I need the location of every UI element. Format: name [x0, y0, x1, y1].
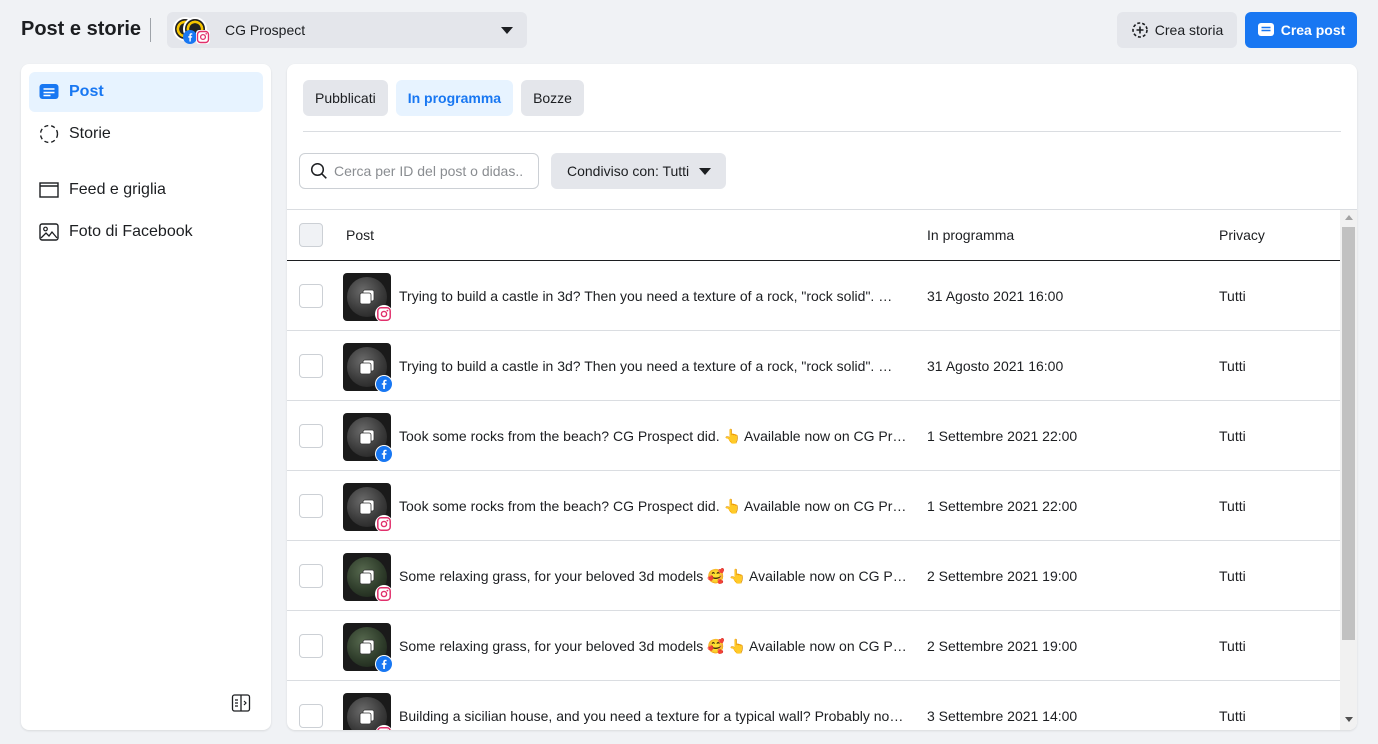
instagram-icon — [375, 515, 393, 533]
privacy-value: Tutti — [1219, 708, 1246, 724]
table-row[interactable]: Took some rocks from the beach? CG Prosp… — [287, 471, 1340, 541]
carousel-icon — [359, 569, 375, 585]
create-story-button[interactable]: Crea storia — [1117, 12, 1237, 48]
account-avatar — [173, 15, 213, 45]
post-caption[interactable]: Took some rocks from the beach? CG Prosp… — [399, 498, 907, 515]
facebook-icon — [183, 30, 197, 44]
tab-bar: Pubblicati In programma Bozze — [303, 80, 584, 116]
photos-icon — [39, 222, 59, 242]
scheduled-date: 2 Settembre 2021 19:00 — [927, 638, 1078, 654]
table-header: Post In programma Privacy — [287, 210, 1340, 261]
carousel-icon — [359, 429, 375, 445]
scheduled-date: 3 Settembre 2021 14:00 — [927, 708, 1078, 724]
scroll-up-arrow[interactable] — [1345, 215, 1353, 220]
carousel-icon — [359, 709, 375, 725]
sidebar-item-post[interactable]: Post — [29, 72, 263, 112]
title-divider — [150, 18, 151, 42]
privacy-value: Tutti — [1219, 638, 1246, 654]
select-all-checkbox[interactable] — [299, 223, 323, 247]
search-icon — [310, 162, 327, 179]
scroll-down-arrow[interactable] — [1345, 717, 1353, 722]
add-story-icon — [1131, 22, 1148, 38]
table-row[interactable]: Building a sicilian house, and you need … — [287, 681, 1340, 730]
table-row[interactable]: Trying to build a castle in 3d? Then you… — [287, 331, 1340, 401]
stories-icon — [39, 124, 59, 144]
facebook-icon — [375, 375, 393, 393]
column-header-post[interactable]: Post — [346, 227, 374, 243]
account-name: CG Prospect — [225, 22, 306, 38]
sidebar-item-label: Storie — [69, 125, 111, 142]
post-caption[interactable]: Some relaxing grass, for your beloved 3d… — [399, 638, 907, 655]
create-post-button[interactable]: Crea post — [1245, 12, 1357, 48]
instagram-icon — [375, 305, 393, 323]
privacy-value: Tutti — [1219, 568, 1246, 584]
scheduled-date: 31 Agosto 2021 16:00 — [927, 288, 1064, 304]
row-checkbox[interactable] — [299, 494, 323, 518]
row-checkbox[interactable] — [299, 704, 323, 728]
sidebar-item-label: Post — [69, 83, 104, 100]
instagram-icon — [375, 585, 393, 603]
carousel-icon — [359, 639, 375, 655]
filter-label: Condiviso con: Tutti — [567, 163, 690, 179]
tab-published[interactable]: Pubblicati — [303, 80, 388, 116]
row-checkbox[interactable] — [299, 564, 323, 588]
shared-with-filter[interactable]: Condiviso con: Tutti — [551, 153, 726, 189]
post-caption[interactable]: Some relaxing grass, for your beloved 3d… — [399, 568, 907, 585]
table-row[interactable]: Trying to build a castle in 3d? Then you… — [287, 261, 1340, 331]
row-checkbox[interactable] — [299, 354, 323, 378]
row-checkbox[interactable] — [299, 424, 323, 448]
row-checkbox[interactable] — [299, 284, 323, 308]
search-box — [299, 153, 539, 189]
divider — [303, 131, 1341, 132]
create-post-label: Crea post — [1280, 22, 1346, 38]
sidebar-item-storie[interactable]: Storie — [29, 114, 263, 154]
scheduled-date: 1 Settembre 2021 22:00 — [927, 498, 1078, 514]
facebook-icon — [375, 655, 393, 673]
sidebar-item-feed-grid[interactable]: Feed e griglia — [29, 170, 263, 210]
scheduled-date: 2 Settembre 2021 19:00 — [927, 568, 1078, 584]
row-checkbox[interactable] — [299, 634, 323, 658]
tab-drafts[interactable]: Bozze — [521, 80, 584, 116]
scheduled-date: 31 Agosto 2021 16:00 — [927, 358, 1064, 374]
table-row[interactable]: Some relaxing grass, for your beloved 3d… — [287, 541, 1340, 611]
column-header-privacy[interactable]: Privacy — [1219, 227, 1265, 243]
column-header-scheduled[interactable]: In programma — [927, 227, 1014, 243]
scrollbar-thumb[interactable] — [1342, 227, 1355, 640]
scheduled-date: 1 Settembre 2021 22:00 — [927, 428, 1078, 444]
account-selector[interactable]: CG Prospect — [167, 12, 527, 48]
tab-scheduled[interactable]: In programma — [395, 80, 514, 116]
sidebar-item-label: Feed e griglia — [69, 181, 166, 198]
top-bar: Post e storie CG Prospect Crea storia Cr… — [0, 0, 1378, 60]
post-caption[interactable]: Trying to build a castle in 3d? Then you… — [399, 288, 907, 305]
posts-table: Post In programma Privacy Trying to buil… — [287, 209, 1357, 730]
post-icon — [39, 82, 59, 102]
sidebar: Post Storie Feed e griglia Foto di Faceb… — [21, 64, 271, 730]
search-input[interactable] — [334, 163, 524, 179]
carousel-icon — [359, 359, 375, 375]
sidebar-item-facebook-photos[interactable]: Foto di Facebook — [29, 212, 263, 252]
feed-grid-icon — [39, 180, 59, 200]
post-caption[interactable]: Took some rocks from the beach? CG Prosp… — [399, 428, 907, 445]
privacy-value: Tutti — [1219, 428, 1246, 444]
post-caption[interactable]: Building a sicilian house, and you need … — [399, 708, 907, 724]
privacy-value: Tutti — [1219, 288, 1246, 304]
chevron-down-icon — [699, 167, 712, 175]
create-story-label: Crea storia — [1154, 22, 1224, 38]
carousel-icon — [359, 289, 375, 305]
sidebar-item-label: Foto di Facebook — [69, 223, 193, 240]
carousel-icon — [359, 499, 375, 515]
instagram-icon — [196, 30, 210, 44]
chevron-down-icon — [501, 26, 513, 34]
facebook-icon — [375, 445, 393, 463]
collapse-sidebar-icon[interactable] — [231, 693, 251, 713]
page-title: Post e storie — [21, 18, 142, 40]
post-caption[interactable]: Trying to build a castle in 3d? Then you… — [399, 358, 907, 375]
privacy-value: Tutti — [1219, 358, 1246, 374]
main-panel: Pubblicati In programma Bozze Condiviso … — [287, 64, 1357, 730]
create-post-icon — [1257, 23, 1274, 36]
table-row[interactable]: Some relaxing grass, for your beloved 3d… — [287, 611, 1340, 681]
table-row[interactable]: Took some rocks from the beach? CG Prosp… — [287, 401, 1340, 471]
scrollbar[interactable] — [1340, 210, 1357, 730]
privacy-value: Tutti — [1219, 498, 1246, 514]
